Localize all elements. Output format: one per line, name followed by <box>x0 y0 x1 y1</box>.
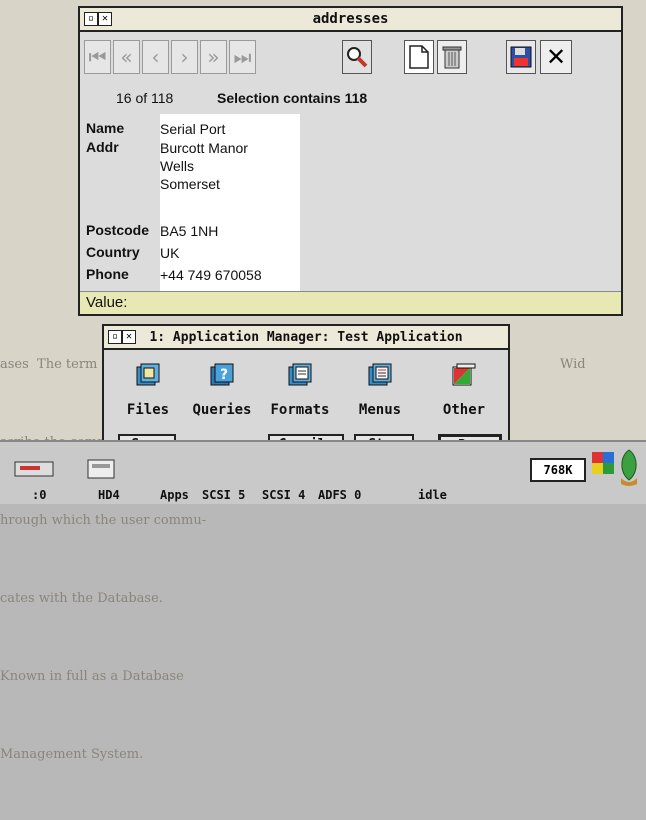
ram-label: :0 <box>32 488 47 502</box>
addr-label: Addr <box>86 139 119 155</box>
back-icon[interactable]: ▫ <box>108 330 122 344</box>
addresses-toolbar: ⏮ « ‹ › » ⏭ ✕ <box>80 30 621 82</box>
last-record-icon[interactable]: ⏭ <box>229 40 256 74</box>
phone-label: Phone <box>86 266 129 282</box>
menus-icon <box>368 363 392 386</box>
files-item[interactable]: Files <box>118 362 178 418</box>
previous-fast-icon[interactable]: « <box>113 40 140 74</box>
other-item[interactable]: Other <box>434 362 494 418</box>
country-field[interactable]: UK <box>160 244 179 262</box>
other-icon <box>452 363 476 386</box>
selection-count: Selection contains 118 <box>217 90 368 106</box>
queries-icon: ? <box>210 363 234 386</box>
next-icon[interactable]: › <box>171 40 198 74</box>
acorn-logo-icon[interactable] <box>616 448 642 492</box>
first-record-icon[interactable]: ⏮ <box>84 40 111 74</box>
addresses-titlebar[interactable]: ▫ ✕ addresses <box>80 8 621 32</box>
next-fast-icon[interactable]: » <box>200 40 227 74</box>
menus-item[interactable]: Menus <box>350 362 410 418</box>
status-idle: idle <box>418 488 447 502</box>
postcode-field[interactable]: BA5 1NH <box>160 222 218 240</box>
app-manager-title: 1: Application Manager: Test Application <box>149 329 463 345</box>
formats-icon <box>288 363 312 386</box>
memory-button[interactable]: 768K <box>530 458 586 482</box>
previous-icon[interactable]: ‹ <box>142 40 169 74</box>
drive-label-scsi4[interactable]: SCSI 4 <box>262 488 305 502</box>
delete-trash-icon[interactable] <box>437 40 467 74</box>
phone-field[interactable]: +44 749 670058 <box>160 266 262 284</box>
ram-disc-icon[interactable] <box>14 456 54 486</box>
formats-item[interactable]: Formats <box>270 362 330 418</box>
drive-label-apps[interactable]: Apps <box>160 488 189 502</box>
drive-label-adfs0[interactable]: ADFS 0 <box>318 488 361 502</box>
addresses-window: ▫ ✕ addresses ⏮ « ‹ › » ⏭ ✕ 16 of 118 Se… <box>78 6 623 316</box>
bg-text-col2: Wid <box>560 357 586 372</box>
task-manager-icon[interactable] <box>592 452 614 478</box>
svg-text:?: ? <box>220 367 228 383</box>
hard-disc-icon[interactable] <box>86 456 116 486</box>
icon-bar: :0 HD4 Apps SCSI 5 SCSI 4 ADFS 0 idle 76… <box>0 440 646 504</box>
back-icon[interactable]: ▫ <box>84 12 98 26</box>
magnifier-search-icon[interactable] <box>342 40 372 74</box>
window-title: addresses <box>312 11 389 27</box>
name-field[interactable]: Serial Port <box>160 120 225 138</box>
value-input[interactable]: Value: <box>80 291 621 314</box>
close-window-icon[interactable]: ✕ <box>122 330 136 344</box>
close-icon[interactable]: ✕ <box>540 40 572 74</box>
new-record-icon[interactable] <box>404 40 434 74</box>
drive-label-hd4[interactable]: HD4 <box>98 488 120 502</box>
queries-item[interactable]: ? Queries <box>192 362 252 418</box>
name-label: Name <box>86 120 125 136</box>
addr-field[interactable]: Burcott Manor Wells Somerset <box>160 139 248 193</box>
country-label: Country <box>86 244 140 260</box>
memory-label: 768K <box>530 458 586 482</box>
save-disk-icon[interactable] <box>506 40 536 74</box>
drive-label-scsi5[interactable]: SCSI 5 <box>202 488 245 502</box>
record-position: 16 of 118 <box>116 90 174 106</box>
close-window-icon[interactable]: ✕ <box>98 12 112 26</box>
postcode-label: Postcode <box>86 222 150 238</box>
files-folder-icon <box>136 363 160 386</box>
app-manager-titlebar[interactable]: ▫ ✕ 1: Application Manager: Test Applica… <box>104 326 508 350</box>
